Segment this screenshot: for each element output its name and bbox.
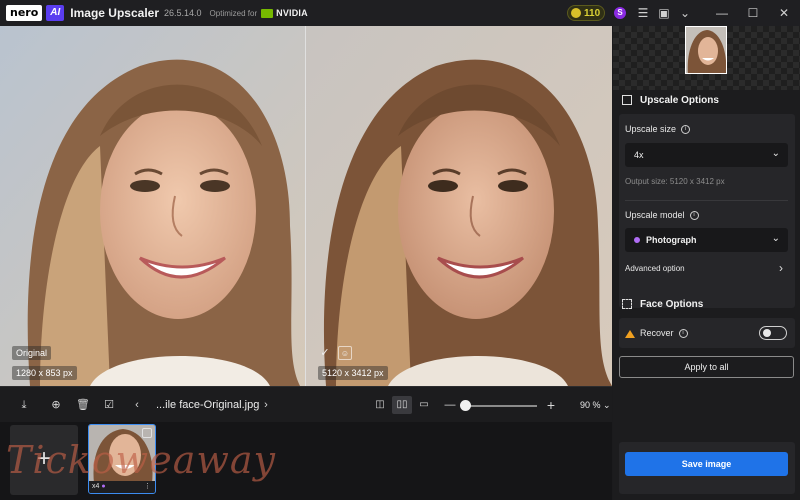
chevron-right-icon[interactable]: › (779, 261, 783, 275)
toggle-knob (763, 329, 771, 337)
ai-badge: AI (46, 5, 65, 21)
model-color-dot (634, 237, 640, 243)
face-options-header: Face Options (613, 292, 800, 316)
next-arrow-icon[interactable]: › (259, 398, 273, 412)
original-image (0, 26, 305, 386)
nvidia-icon (261, 8, 274, 18)
upscale-icon (622, 95, 632, 105)
maximize-button[interactable]: ☐ (738, 0, 768, 26)
credits-badge[interactable]: 110 (567, 5, 605, 21)
upscale-size-label: Upscale size i (625, 124, 691, 135)
chevron-down-icon[interactable]: ⌄ (678, 6, 692, 20)
credits-count: 110 (584, 7, 601, 19)
preview-thumbnail[interactable] (685, 26, 727, 74)
face-compare-icon[interactable]: ☺ (338, 346, 352, 360)
close-button[interactable]: ✕ (769, 0, 799, 26)
upscale-size-text: Upscale size (625, 124, 677, 134)
info-icon[interactable]: i (678, 329, 688, 339)
face-options-title: Face Options (640, 298, 704, 310)
save-image-button[interactable]: Save image (625, 452, 788, 476)
nvidia-label: NVIDIA (276, 8, 308, 18)
upscale-options-title: Upscale Options (640, 94, 719, 106)
optimized-for-text: Optimized for (209, 8, 258, 18)
original-photo-graphic (0, 26, 305, 386)
settings-sliders-icon[interactable]: ☰ (636, 6, 650, 20)
minimize-button[interactable]: — (707, 0, 737, 26)
upscale-model-value: Photograph (646, 235, 697, 245)
split-view-icon[interactable]: ◫ (370, 396, 390, 414)
more-options-icon[interactable]: ⋮ (144, 481, 151, 493)
avatar[interactable]: S (614, 7, 626, 19)
thumbnail-scale: x4 (92, 483, 100, 490)
app-version: 26.5.14.0 (164, 8, 202, 18)
zoom-slider-handle[interactable] (460, 400, 471, 411)
output-size: Output size: 5120 x 3412 px (625, 177, 725, 186)
recover-label: Recover i (625, 328, 688, 339)
upscale-size-value: 4x (634, 150, 644, 160)
gift-icon[interactable]: ▣ (657, 6, 671, 20)
zoom-level-text: 90 % (580, 400, 601, 410)
import-icon[interactable]: ⤓ (17, 398, 31, 412)
thumbnail-checkbox[interactable] (142, 428, 152, 438)
zoom-out-icon[interactable]: — (443, 398, 457, 412)
photograph-model-icon: ● (101, 483, 106, 490)
previous-arrow-icon[interactable]: ‹ (130, 398, 144, 412)
single-view-icon[interactable]: ▭ (414, 396, 434, 414)
upscale-model-text: Upscale model (625, 210, 685, 220)
upscale-model-select[interactable]: Photograph ⌄ (625, 228, 788, 252)
bottom-toolbar: ⤓ ⊕ 🗑 ☑ ‹ ...ile face-Original.jpg › ◫ ▯… (0, 386, 612, 422)
zoom-in-icon[interactable]: + (544, 398, 558, 412)
file-name: ...ile face-Original.jpg (156, 399, 260, 411)
check-icon[interactable]: ✓ (318, 346, 332, 360)
warning-icon (625, 329, 635, 338)
coin-icon (571, 8, 581, 18)
upscale-options-header: Upscale Options (613, 88, 800, 112)
face-options-card: Recover i (619, 318, 795, 348)
divider (625, 200, 788, 201)
original-label: Original (12, 346, 52, 360)
preview-thumbnail-graphic (686, 27, 726, 73)
upscale-options-card: Upscale size i 4x ⌄ Output size: 5120 x 3… (619, 114, 795, 308)
nero-logo: nero (6, 5, 43, 21)
select-all-icon[interactable]: ☑ (102, 398, 116, 412)
side-by-side-view-icon[interactable]: ▯▯ (392, 396, 412, 414)
watermark: Tickoweaway (6, 438, 277, 482)
apply-to-all-button[interactable]: Apply to all (619, 356, 794, 378)
trash-icon[interactable]: 🗑 (76, 398, 90, 412)
face-scan-icon (622, 299, 632, 309)
preview-navigator[interactable] (613, 26, 800, 90)
upscale-size-select[interactable]: 4x ⌄ (625, 143, 788, 167)
save-area: Save image (619, 442, 795, 494)
chevron-down-icon: ⌄ (771, 148, 780, 159)
zoom-level[interactable]: 90 % ⌄ (580, 400, 611, 411)
info-icon[interactable]: i (681, 125, 691, 135)
upscaled-photo-graphic (306, 26, 612, 386)
options-panel: Upscale Options Upscale size i 4x ⌄ Outpu… (613, 26, 800, 500)
advanced-option-link[interactable]: Advanced option (625, 264, 685, 273)
upscaled-size-label: 5120 x 3412 px (318, 366, 388, 380)
image-compare-view[interactable]: Original 1280 x 853 px ✓ ☺ 5120 x 3412 p… (0, 26, 612, 386)
chevron-down-icon: ⌄ (771, 233, 780, 244)
original-size-label: 1280 x 853 px (12, 366, 77, 380)
thumbnail-meta: x4 ● ⋮ (89, 481, 155, 493)
title-bar: nero AI Image Upscaler 26.5.14.0 Optimiz… (0, 0, 800, 26)
upscale-model-label: Upscale model i (625, 210, 699, 221)
info-icon[interactable]: i (689, 211, 699, 221)
recover-text: Recover (640, 328, 674, 338)
app-title: Image Upscaler (70, 6, 159, 20)
add-circle-icon[interactable]: ⊕ (49, 398, 63, 412)
zoom-slider[interactable] (463, 405, 537, 407)
recover-toggle[interactable] (759, 326, 787, 340)
upscaled-image (306, 26, 612, 386)
